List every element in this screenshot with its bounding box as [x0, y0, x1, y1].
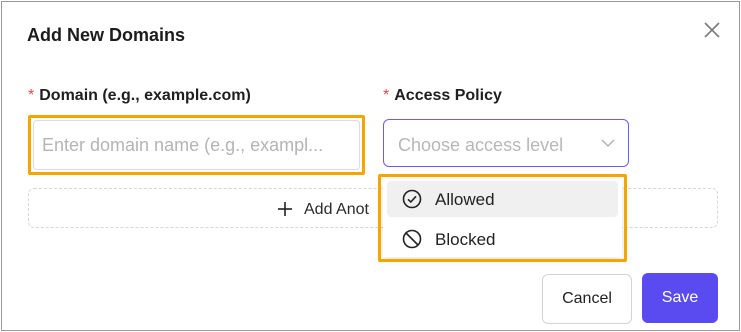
domain-label: * Domain (e.g., example.com) [28, 87, 251, 105]
access-policy-placeholder: Choose access level [398, 135, 564, 155]
access-policy-label: * Access Policy [383, 87, 502, 105]
domain-label-text: Domain (e.g., example.com) [39, 87, 251, 104]
dialog: Add New Domains * Domain (e.g., example.c… [1, 1, 740, 331]
domain-input[interactable] [33, 120, 360, 170]
add-another-label: Add Anot [304, 201, 369, 218]
save-button[interactable]: Save [642, 273, 718, 323]
chevron-down-icon [601, 139, 615, 148]
dialog-title: Add New Domains [27, 25, 186, 45]
required-marker: * [383, 87, 390, 104]
close-icon[interactable] [701, 19, 723, 41]
cancel-button[interactable]: Cancel [542, 274, 632, 324]
plus-icon [278, 202, 292, 216]
required-marker: * [28, 87, 35, 104]
access-policy-label-text: Access Policy [394, 87, 502, 104]
dropdown-highlight-box [378, 174, 627, 262]
access-policy-select[interactable]: Choose access level [383, 119, 629, 167]
